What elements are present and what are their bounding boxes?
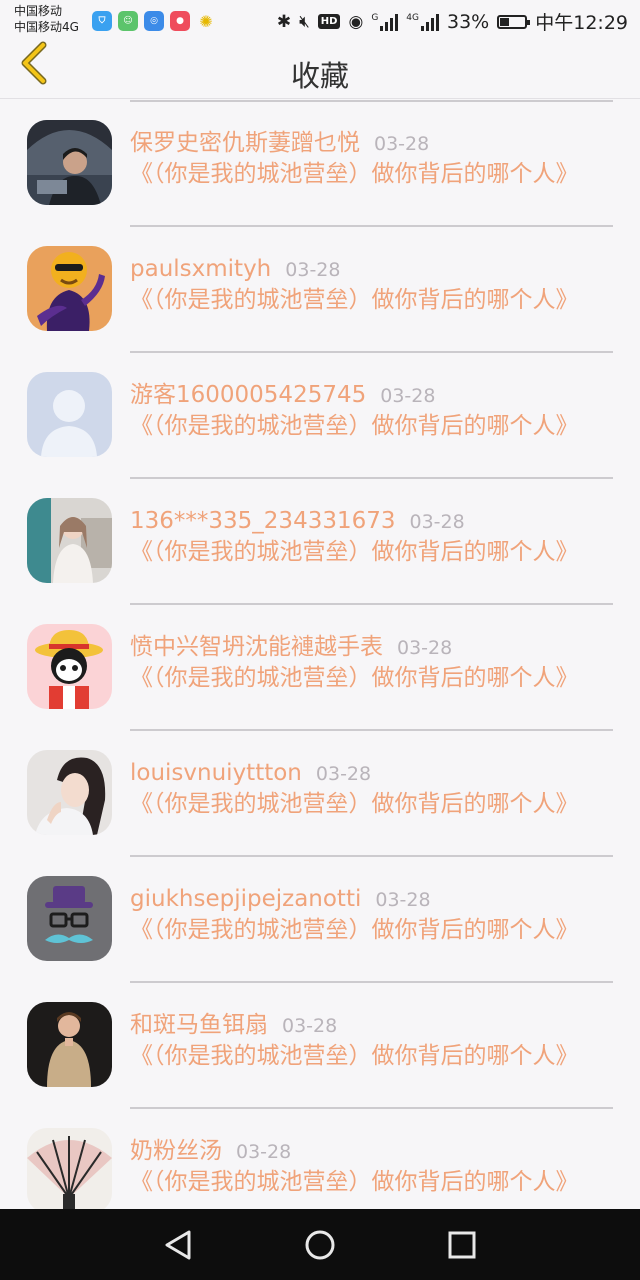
user-name: louisvnuiyttton xyxy=(130,760,302,786)
avatar[interactable] xyxy=(27,876,112,961)
red-app-icon: ● xyxy=(170,11,190,31)
carrier-info: 中国移动 中国移动4G xyxy=(14,3,79,35)
header: 收藏 xyxy=(0,41,640,99)
item-date: 03-28 xyxy=(409,511,465,533)
item-title: giukhsepjipejzanotti 03-28 xyxy=(130,883,431,916)
list-item[interactable]: louisvnuiyttton 03-28 《（你是我的城池营垒）做你背后的哪个人… xyxy=(0,731,640,857)
item-title: paulsxmityh 03-28 xyxy=(130,253,340,286)
avatar[interactable] xyxy=(27,372,112,457)
item-title: 奶粉丝汤 03-28 xyxy=(130,1135,291,1168)
item-text: 《（你是我的城池营垒）做你背后的哪个人》 xyxy=(130,791,579,817)
carrier-2: 中国移动4G xyxy=(14,20,79,34)
item-date: 03-28 xyxy=(282,1015,338,1037)
user-name: paulsxmityh xyxy=(130,256,272,282)
item-text: 《（你是我的城池营垒）做你背后的哪个人》 xyxy=(130,161,579,187)
user-name: 保罗史密仇斯萋蹭乜悦 xyxy=(130,130,360,156)
item-title: louisvnuiyttton 03-28 xyxy=(130,757,371,790)
avatar[interactable] xyxy=(27,120,112,205)
item-text: 《（你是我的城池营垒）做你背后的哪个人》 xyxy=(130,917,579,943)
shield-app-icon: ⛉ xyxy=(92,11,112,31)
list-item[interactable]: 愤中兴智坍沈能褳越手表 03-28 《（你是我的城池营垒）做你背后的哪个人》 xyxy=(0,605,640,731)
item-title: 和斑马鱼铒扇 03-28 xyxy=(130,1009,337,1042)
battery-percent: 33% xyxy=(447,10,490,33)
list-item[interactable]: 136***335_234331673 03-28 《（你是我的城池营垒）做你背后… xyxy=(0,479,640,605)
item-date: 03-28 xyxy=(374,133,430,155)
carrier-1: 中国移动 xyxy=(14,4,63,18)
user-name: 和斑马鱼铒扇 xyxy=(130,1012,268,1038)
wifi-app-icon: ◎ xyxy=(144,11,164,31)
avatar[interactable] xyxy=(27,246,112,331)
avatar[interactable] xyxy=(27,750,112,835)
item-text: 《（你是我的城池营垒）做你背后的哪个人》 xyxy=(130,413,579,439)
item-date: 03-28 xyxy=(315,763,372,785)
back-triangle-button[interactable] xyxy=(156,1225,200,1265)
user-name: 愤中兴智坍沈能褳越手表 xyxy=(130,634,383,660)
list-item[interactable]: 游客1600005425745 03-28 《（你是我的城池营垒）做你背后的哪个人… xyxy=(0,353,640,479)
lightbulb-icon: ✺ xyxy=(199,11,213,31)
user-name: 奶粉丝汤 xyxy=(130,1138,222,1164)
item-text: 《（你是我的城池营垒）做你背后的哪个人》 xyxy=(130,287,579,313)
item-title: 保罗史密仇斯萋蹭乜悦 03-28 xyxy=(130,127,429,160)
item-text: 《（你是我的城池营垒）做你背后的哪个人》 xyxy=(130,539,579,565)
item-text: 《（你是我的城池营垒）做你背后的哪个人》 xyxy=(130,665,579,691)
signal-1-icon: G xyxy=(371,13,399,31)
recents-square-button[interactable] xyxy=(440,1225,484,1265)
back-triangle-icon xyxy=(165,1230,191,1260)
item-title: 游客1600005425745 03-28 xyxy=(130,379,435,412)
home-circle-button[interactable] xyxy=(298,1225,342,1265)
mute-icon: 🔇︎ xyxy=(299,11,310,32)
item-text: 《（你是我的城池营垒）做你背后的哪个人》 xyxy=(130,1043,579,1069)
list-item[interactable]: 奶粉丝汤 03-28 《（你是我的城池营垒）做你背后的哪个人》 xyxy=(0,1109,640,1209)
item-date: 03-28 xyxy=(397,637,453,659)
avatar[interactable] xyxy=(27,1128,112,1209)
chat-app-icon: ☺ xyxy=(118,11,138,31)
favorites-list[interactable]: 保罗史密仇斯萋蹭乜悦 03-28 《（你是我的城池营垒）做你背后的哪个人》 pau… xyxy=(0,99,640,1209)
item-text: 《（你是我的城池营垒）做你背后的哪个人》 xyxy=(130,1169,579,1195)
list-item[interactable]: 保罗史密仇斯萋蹭乜悦 03-28 《（你是我的城池营垒）做你背后的哪个人》 xyxy=(0,101,640,227)
home-circle-icon xyxy=(305,1230,335,1260)
avatar[interactable] xyxy=(27,498,112,583)
status-bar: 中国移动 中国移动4G ⛉ ☺ ◎ ● ✺ ✱ 🔇︎ HD ◉ G 4G 33%… xyxy=(0,0,640,42)
user-name: 136***335_234331673 xyxy=(130,508,396,534)
page-title: 收藏 xyxy=(290,59,349,93)
system-nav-bar xyxy=(0,1209,640,1280)
signal-2-icon: 4G xyxy=(406,13,439,31)
list-item[interactable]: 和斑马鱼铒扇 03-28 《（你是我的城池营垒）做你背后的哪个人》 xyxy=(0,983,640,1109)
recents-square-icon xyxy=(448,1231,476,1259)
list-item[interactable]: paulsxmityh 03-28 《（你是我的城池营垒）做你背后的哪个人》 xyxy=(0,227,640,353)
item-title: 愤中兴智坍沈能褳越手表 03-28 xyxy=(130,631,452,664)
status-right: ✱ 🔇︎ HD ◉ G 4G 33% 中午12:29 xyxy=(277,8,628,35)
clock: 中午12:29 xyxy=(535,12,628,34)
user-name: 游客1600005425745 xyxy=(130,382,367,408)
avatar[interactable] xyxy=(27,1002,112,1087)
avatar[interactable] xyxy=(27,624,112,709)
hd-icon: HD xyxy=(317,14,341,29)
bluetooth-icon: ✱ xyxy=(276,11,292,32)
item-date: 03-28 xyxy=(285,259,341,281)
list-item[interactable]: giukhsepjipejzanotti 03-28 《（你是我的城池营垒）做你背… xyxy=(0,857,640,983)
notification-icons: ⛉ ☺ ◎ ● ✺ xyxy=(92,11,216,31)
eye-icon: ◉ xyxy=(348,11,364,32)
item-date: 03-28 xyxy=(380,385,436,407)
item-date: 03-28 xyxy=(375,889,431,911)
item-title: 136***335_234331673 03-28 xyxy=(130,505,465,538)
item-date: 03-28 xyxy=(236,1141,292,1163)
battery-icon xyxy=(497,14,531,29)
user-name: giukhsepjipejzanotti xyxy=(130,886,362,912)
